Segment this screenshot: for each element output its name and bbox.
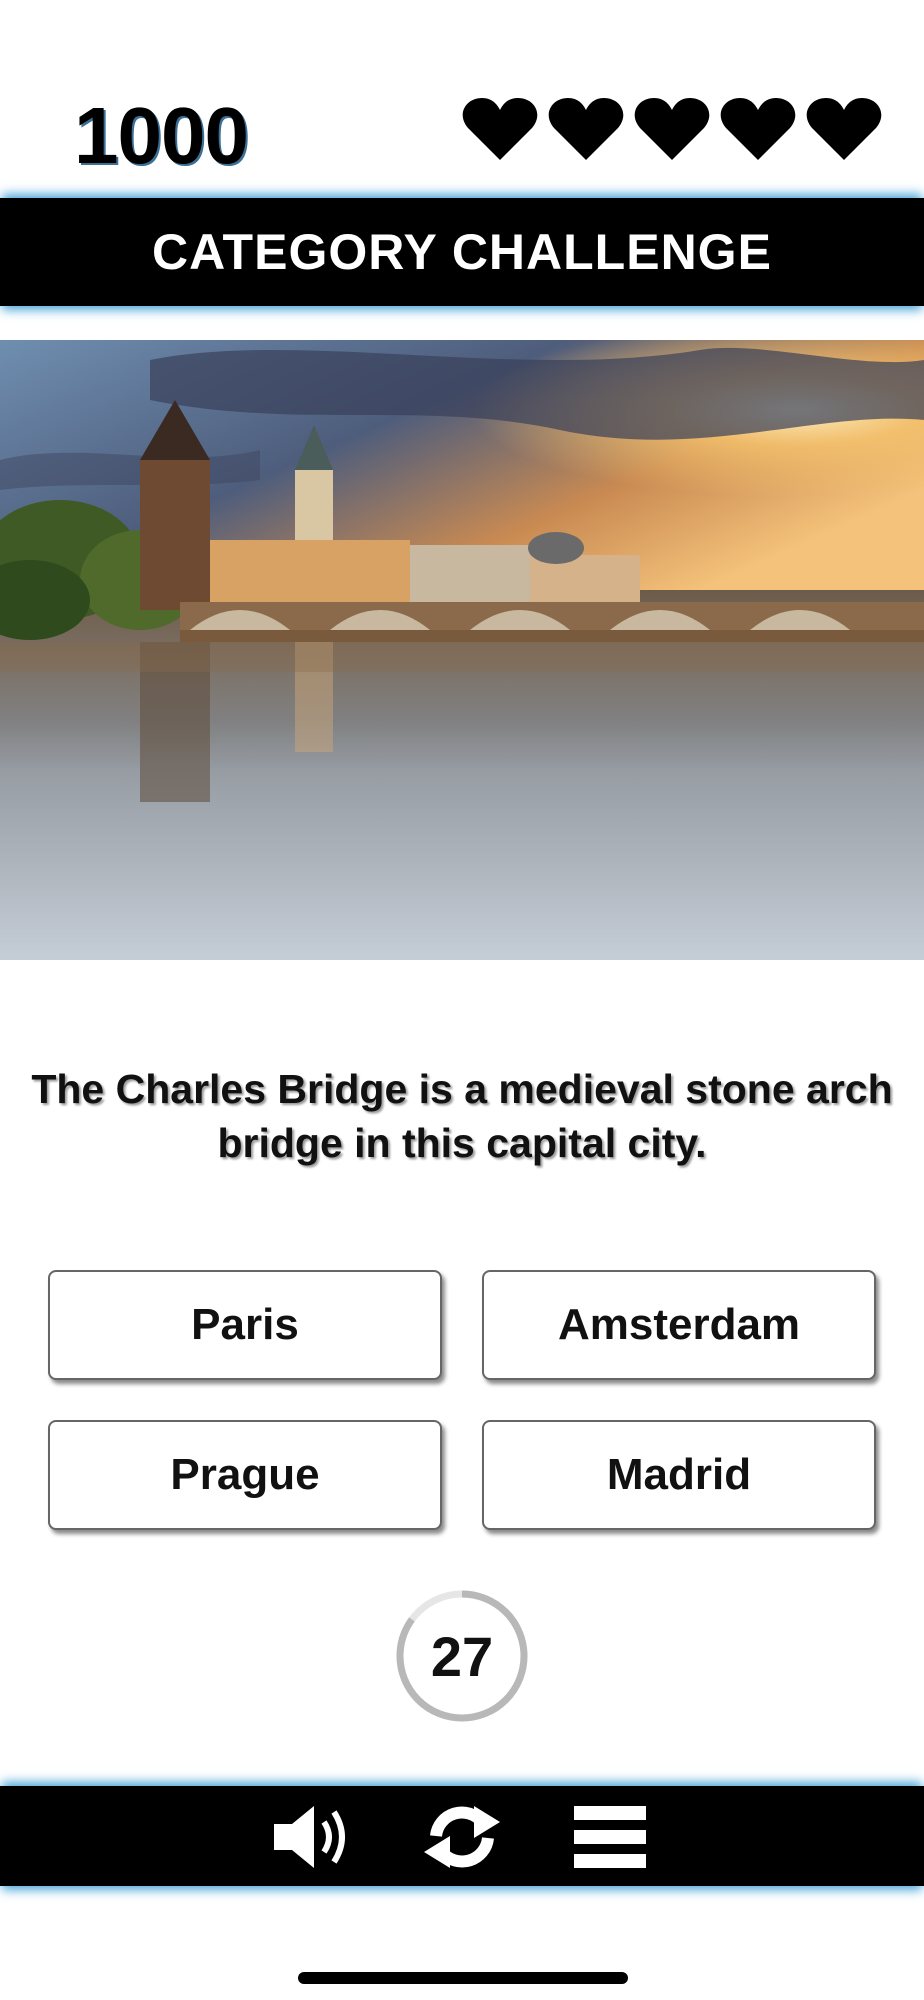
menu-icon[interactable]	[572, 1802, 648, 1872]
refresh-icon[interactable]	[416, 1802, 508, 1872]
answer-button-prague[interactable]: Prague	[48, 1420, 442, 1530]
lives-display	[462, 96, 882, 162]
heart-icon	[720, 98, 796, 160]
heart-icon	[806, 98, 882, 160]
answer-button-madrid[interactable]: Madrid	[482, 1420, 876, 1530]
answer-button-paris[interactable]: Paris	[48, 1270, 442, 1380]
category-banner: CATEGORY CHALLENGE	[0, 198, 924, 306]
category-title: CATEGORY CHALLENGE	[152, 224, 772, 280]
question-text: The Charles Bridge is a medieval stone a…	[31, 1066, 893, 1166]
bottom-toolbar	[0, 1786, 924, 1886]
status-bar: 1000	[0, 70, 924, 200]
countdown-timer: 27	[394, 1588, 530, 1724]
speaker-icon[interactable]	[270, 1802, 354, 1872]
score-value: 1000	[74, 91, 249, 180]
answer-button-amsterdam[interactable]: Amsterdam	[482, 1270, 876, 1380]
timer-value: 27	[430, 1624, 494, 1688]
heart-icon	[634, 98, 710, 160]
charles-bridge-prague-photo	[0, 340, 924, 960]
question-image	[0, 340, 924, 960]
heart-icon	[548, 98, 624, 160]
answer-grid: Paris Amsterdam Prague Madrid	[48, 1270, 878, 1530]
home-indicator[interactable]	[298, 1972, 628, 1984]
heart-icon	[462, 98, 538, 160]
